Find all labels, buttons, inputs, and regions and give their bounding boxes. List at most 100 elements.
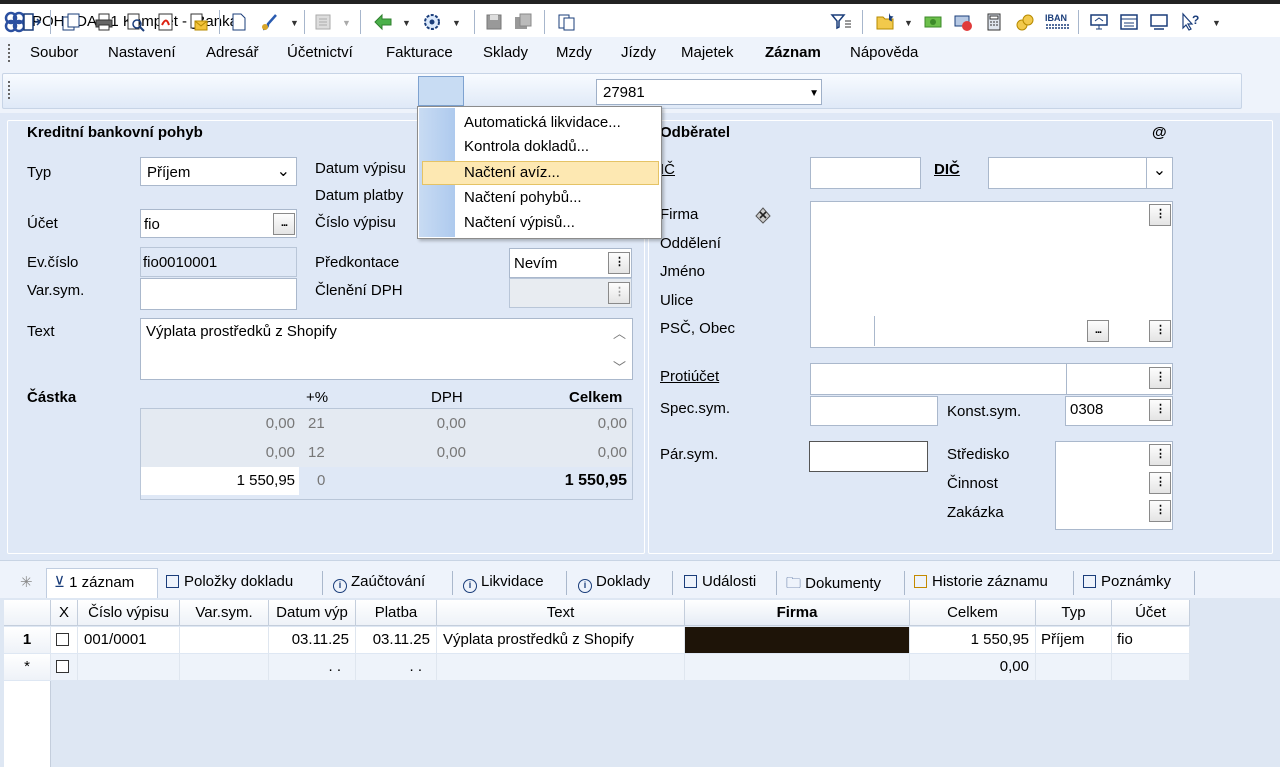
menu-mzdy[interactable]: Mzdy — [556, 44, 592, 61]
base-21[interactable]: 0,00 — [150, 415, 295, 432]
menu-zaznam[interactable]: Záznam — [765, 44, 821, 61]
zakazka-ellipsis-button[interactable]: ⋮ — [1149, 500, 1171, 522]
folder-dropdown-icon[interactable]: ▼ — [904, 18, 913, 28]
help-dropdown-icon[interactable]: ▼ — [1212, 18, 1221, 28]
new-cell-platba[interactable]: . . — [356, 654, 437, 680]
menu-nastaveni[interactable]: Nastavení — [108, 44, 176, 61]
konstsym-ellipsis-button[interactable]: ⋮ — [1149, 399, 1171, 421]
ic-label[interactable]: IČ — [660, 161, 675, 178]
col-platba[interactable]: Platba — [356, 600, 437, 626]
typ-select[interactable]: Příjem ⌄ — [140, 157, 297, 186]
col-text[interactable]: Text — [437, 600, 685, 626]
protiucet-input[interactable] — [810, 363, 1173, 395]
base-0[interactable]: 1 550,95 — [150, 472, 295, 489]
protiucet-ellipsis-button[interactable]: ⋮ — [1149, 367, 1171, 389]
window-icon[interactable] — [1118, 11, 1140, 33]
card-cancel-icon[interactable] — [952, 11, 974, 33]
menu-jizdy[interactable]: Jízdy — [621, 44, 656, 61]
tab-historie-zaznamu[interactable]: Historie záznamu — [914, 573, 1048, 597]
address-block[interactable] — [810, 201, 1173, 348]
tab-polozky-dokladu[interactable]: Položky dokladu — [166, 573, 293, 597]
money-icon[interactable] — [922, 11, 944, 33]
print-preview-icon[interactable] — [124, 11, 146, 33]
col-varsym[interactable]: Var.sym. — [180, 600, 269, 626]
monitor-icon[interactable] — [1088, 11, 1110, 33]
cell-celkem[interactable]: 1 550,95 — [910, 627, 1036, 653]
coins-icon[interactable] — [1014, 11, 1036, 33]
tab-star-icon[interactable]: ✳ — [20, 573, 33, 597]
menu-item-nacteni-pohybu[interactable]: Načtení pohybů... — [464, 189, 582, 206]
psc-ellipsis-button[interactable]: ⋮ — [1149, 320, 1171, 342]
scroll-down-icon[interactable]: ﹀ — [613, 357, 626, 376]
new-row-checkbox[interactable] — [56, 660, 69, 673]
new-cell-datum[interactable]: . . — [269, 654, 356, 680]
brush-dropdown-icon[interactable]: ▼ — [290, 18, 299, 28]
dic-label[interactable]: DIČ — [934, 161, 960, 178]
brush-icon[interactable] — [258, 11, 280, 33]
base-12[interactable]: 0,00 — [150, 444, 295, 461]
dic-chevron-icon[interactable]: ⌄ — [1146, 158, 1172, 188]
row-checkbox[interactable] — [56, 633, 69, 646]
col-x[interactable]: X — [51, 600, 78, 626]
scroll-up-icon[interactable]: ︿ — [613, 323, 626, 342]
tab-dokumenty[interactable]: 🗀 Dokumenty — [786, 573, 881, 597]
col-firma[interactable]: Firma — [685, 600, 910, 626]
iban-icon[interactable]: IBAN — [1044, 11, 1072, 33]
row-marker[interactable]: 1 — [4, 627, 51, 653]
tab-zauctovani[interactable]: i Zaúčtování — [333, 573, 425, 597]
menu-majetek[interactable]: Majetek — [681, 44, 734, 61]
gear-dropdown-icon[interactable]: ▼ — [452, 18, 461, 28]
cell-varsym[interactable] — [180, 627, 269, 653]
copy-record-icon[interactable] — [60, 11, 82, 33]
ic-input[interactable] — [810, 157, 921, 189]
menu-item-kontrola-dokladu[interactable]: Kontrola dokladů... — [464, 138, 589, 155]
gear-actions-icon[interactable] — [421, 11, 443, 33]
menu-item-nacteni-vypisu[interactable]: Načtení výpisů... — [464, 214, 575, 231]
new-cell-celkem[interactable]: 0,00 — [910, 654, 1036, 680]
actions-button[interactable] — [418, 76, 464, 106]
back-arrow-icon[interactable] — [372, 11, 394, 33]
print-icon[interactable] — [93, 11, 115, 33]
tab-likvidace[interactable]: i Likvidace — [463, 573, 544, 597]
cinnost-ellipsis-button[interactable]: ⋮ — [1149, 472, 1171, 494]
menu-ucetnictvi[interactable]: Účetnictví — [287, 44, 353, 61]
record-number-combo[interactable]: 27981 ▼ — [596, 79, 822, 105]
firma-clear-icon[interactable] — [752, 204, 774, 226]
cell-ucet[interactable]: fio — [1112, 627, 1190, 653]
menu-item-automaticka-likvidace[interactable]: Automatická likvidace... — [464, 114, 621, 131]
dic-input[interactable]: ⌄ — [988, 157, 1173, 189]
text-area[interactable]: Výplata prostředků z Shopify ︿ ﹀ — [140, 318, 633, 380]
tab-poznamky[interactable]: Poznámky — [1083, 573, 1171, 597]
cell-cislo[interactable]: 001/0001 — [78, 627, 180, 653]
cell-firma-redacted[interactable] — [685, 627, 910, 653]
varsym-input[interactable] — [140, 278, 297, 310]
obec-ellipsis-button[interactable]: ... — [1087, 320, 1109, 342]
tab-udalosti[interactable]: Události — [684, 573, 756, 597]
menu-item-nacteni-aviz[interactable]: Načtení avíz... — [464, 164, 560, 181]
address-ellipsis-button[interactable]: ⋮ — [1149, 204, 1171, 226]
menu-adresar[interactable]: Adresář — [206, 44, 259, 61]
col-celkem[interactable]: Celkem — [910, 600, 1036, 626]
col-cislo-vypisu[interactable]: Číslo výpisu — [78, 600, 180, 626]
presentation-icon[interactable] — [1148, 11, 1170, 33]
dph-21[interactable]: 0,00 — [370, 415, 466, 432]
stredisko-ellipsis-button[interactable]: ⋮ — [1149, 444, 1171, 466]
cell-platba[interactable]: 03.11.25 — [356, 627, 437, 653]
folder-star-icon[interactable] — [874, 11, 896, 33]
menubar-grip[interactable] — [8, 44, 12, 62]
copy-doc-icon[interactable] — [555, 11, 577, 33]
ucet-ellipsis-button[interactable]: ... — [273, 213, 295, 235]
agenda-exit-icon[interactable] — [20, 11, 42, 33]
menu-soubor[interactable]: Soubor — [30, 44, 78, 61]
dph-12[interactable]: 0,00 — [370, 444, 466, 461]
cell-text[interactable]: Výplata prostředků z Shopify — [437, 627, 685, 653]
help-cursor-icon[interactable]: ? — [1180, 11, 1202, 33]
col-ucet[interactable]: Účet — [1112, 600, 1190, 626]
cell-datum[interactable]: 03.11.25 — [269, 627, 356, 653]
email-at-icon[interactable]: @ — [1152, 124, 1167, 141]
typ-chevron-icon[interactable]: ⌄ — [277, 161, 290, 181]
new-row-checkbox-cell[interactable] — [51, 654, 78, 680]
new-row-marker[interactable]: * — [4, 654, 51, 680]
combo-chevron-icon[interactable]: ▼ — [809, 88, 819, 99]
tab-doklady[interactable]: i Doklady — [578, 573, 650, 597]
